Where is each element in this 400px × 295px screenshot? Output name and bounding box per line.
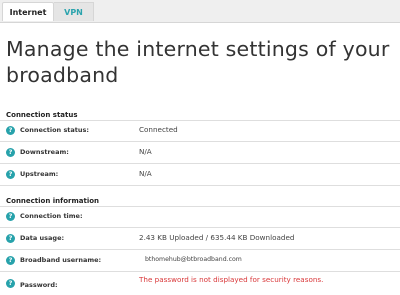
row-password: ? Password: The password is not displaye…: [0, 273, 400, 295]
row-value: N/A: [139, 169, 152, 178]
help-icon[interactable]: ?: [6, 234, 15, 243]
row-label: Password:: [20, 281, 58, 289]
tab-vpn[interactable]: VPN: [54, 2, 94, 21]
row-broadband-username: ? Broadband username: bthomehub@btbroadb…: [0, 250, 400, 272]
page-title: Manage the internet settings of your bro…: [6, 37, 390, 87]
row-downstream: ? Downstream: N/A: [0, 142, 400, 164]
row-value: bthomehub@btbroadband.com: [145, 256, 242, 263]
row-label: Data usage:: [20, 234, 65, 242]
row-label: Connection time:: [20, 212, 83, 220]
row-connection-time: ? Connection time:: [0, 206, 400, 228]
row-label: Connection status:: [20, 126, 90, 134]
help-icon[interactable]: ?: [6, 170, 15, 179]
help-icon[interactable]: ?: [6, 256, 15, 265]
help-icon[interactable]: ?: [6, 279, 15, 288]
row-value: Connected: [139, 125, 178, 134]
help-icon[interactable]: ?: [6, 148, 15, 157]
help-icon[interactable]: ?: [6, 126, 15, 135]
tab-internet[interactable]: Internet: [2, 2, 54, 21]
password-notice: The password is not displayed for securi…: [139, 275, 324, 284]
row-label: Upstream:: [20, 170, 59, 178]
divider: [0, 185, 400, 186]
row-label: Downstream:: [20, 148, 69, 156]
section-title-connection-status: Connection status: [6, 111, 78, 119]
row-value: N/A: [139, 147, 152, 156]
section-title-connection-information: Connection information: [6, 197, 100, 205]
row-data-usage: ? Data usage: 2.43 KB Uploaded / 635.44 …: [0, 228, 400, 250]
row-upstream: ? Upstream: N/A: [0, 164, 400, 186]
row-connection-status: ? Connection status: Connected: [0, 120, 400, 142]
tab-bar: Internet VPN: [0, 0, 400, 23]
help-icon[interactable]: ?: [6, 212, 15, 221]
row-value: 2.43 KB Uploaded / 635.44 KB Downloaded: [139, 233, 295, 242]
divider: [0, 271, 400, 272]
row-label: Broadband username:: [20, 256, 102, 264]
